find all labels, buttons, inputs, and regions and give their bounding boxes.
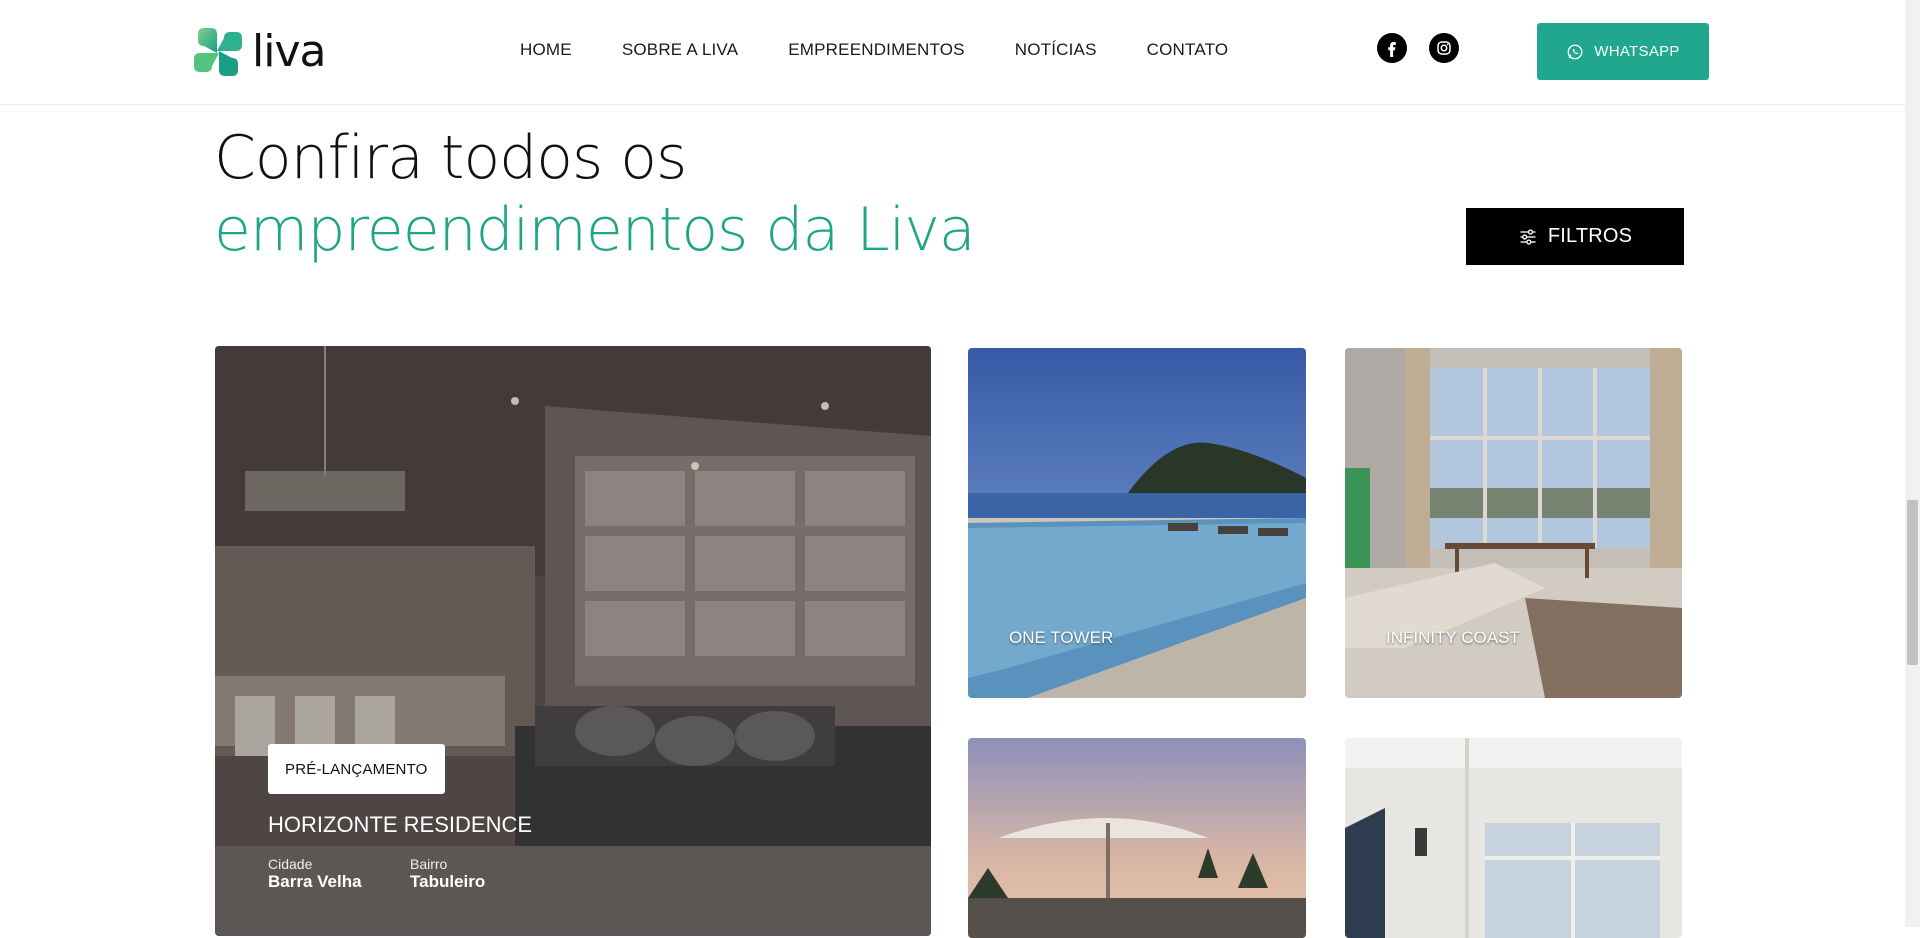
featured-title: HORIZONTE RESIDENCE — [268, 812, 533, 837]
property-card-interior[interactable] — [1345, 738, 1682, 938]
nav-empreendimentos[interactable]: EMPREENDIMENTOS — [788, 40, 965, 60]
neighborhood-label: Bairro — [410, 856, 448, 872]
nav-sobre[interactable]: SOBRE A LIVA — [622, 40, 738, 60]
heading-line-1: Confira todos os — [214, 123, 687, 193]
nav-contato[interactable]: CONTATO — [1147, 40, 1229, 60]
city-label: Cidade — [268, 856, 313, 872]
instagram-icon[interactable] — [1429, 33, 1459, 63]
sliders-icon — [1520, 228, 1536, 245]
page-heading: Confira todos os empreendimentos da Liva — [214, 122, 976, 266]
featured-property-card[interactable]: PRÉ-LANÇAMENTO HORIZONTE RESIDENCE Cidad… — [215, 346, 931, 936]
logo-wordmark: liva — [252, 25, 326, 77]
card-title-one-tower: ONE TOWER — [1009, 628, 1114, 647]
liva-logo[interactable]: liva — [188, 22, 328, 80]
heading-line-2: empreendimentos da Liva — [214, 195, 976, 265]
site-header: liva HOME SOBRE A LIVA EMPREENDIMENTOS N… — [0, 0, 1905, 105]
scrollbar-thumb[interactable] — [1907, 500, 1918, 665]
status-badge: PRÉ-LANÇAMENTO — [268, 744, 445, 794]
city-value: Barra Velha — [268, 872, 362, 891]
page-scrollbar[interactable] — [1905, 0, 1920, 927]
terrace-image — [968, 738, 1306, 938]
nav-home[interactable]: HOME — [520, 40, 572, 60]
interior-image — [1345, 738, 1682, 938]
whatsapp-button[interactable]: WHATSAPP — [1537, 23, 1709, 80]
main-nav: HOME SOBRE A LIVA EMPREENDIMENTOS NOTÍCI… — [520, 40, 1278, 60]
property-card-terrace[interactable] — [968, 738, 1306, 938]
clover-logo-icon — [194, 28, 242, 76]
city-info: Cidade Barra Velha — [268, 856, 362, 892]
whatsapp-label: WHATSAPP — [1594, 43, 1680, 60]
neighborhood-info: Bairro Tabuleiro — [410, 856, 485, 892]
filters-label: FILTROS — [1547, 225, 1633, 247]
living-room-image — [215, 346, 931, 936]
facebook-icon[interactable] — [1377, 33, 1407, 63]
property-card-infinity-coast[interactable]: INFINITY COAST — [1345, 348, 1682, 698]
filters-button[interactable]: FILTROS — [1466, 208, 1684, 265]
whatsapp-icon — [1567, 44, 1583, 59]
nav-noticias[interactable]: NOTÍCIAS — [1015, 40, 1097, 60]
property-card-one-tower[interactable]: ONE TOWER — [968, 348, 1306, 698]
neighborhood-value: Tabuleiro — [410, 872, 486, 891]
card-title-infinity-coast: INFINITY COAST — [1386, 628, 1520, 647]
